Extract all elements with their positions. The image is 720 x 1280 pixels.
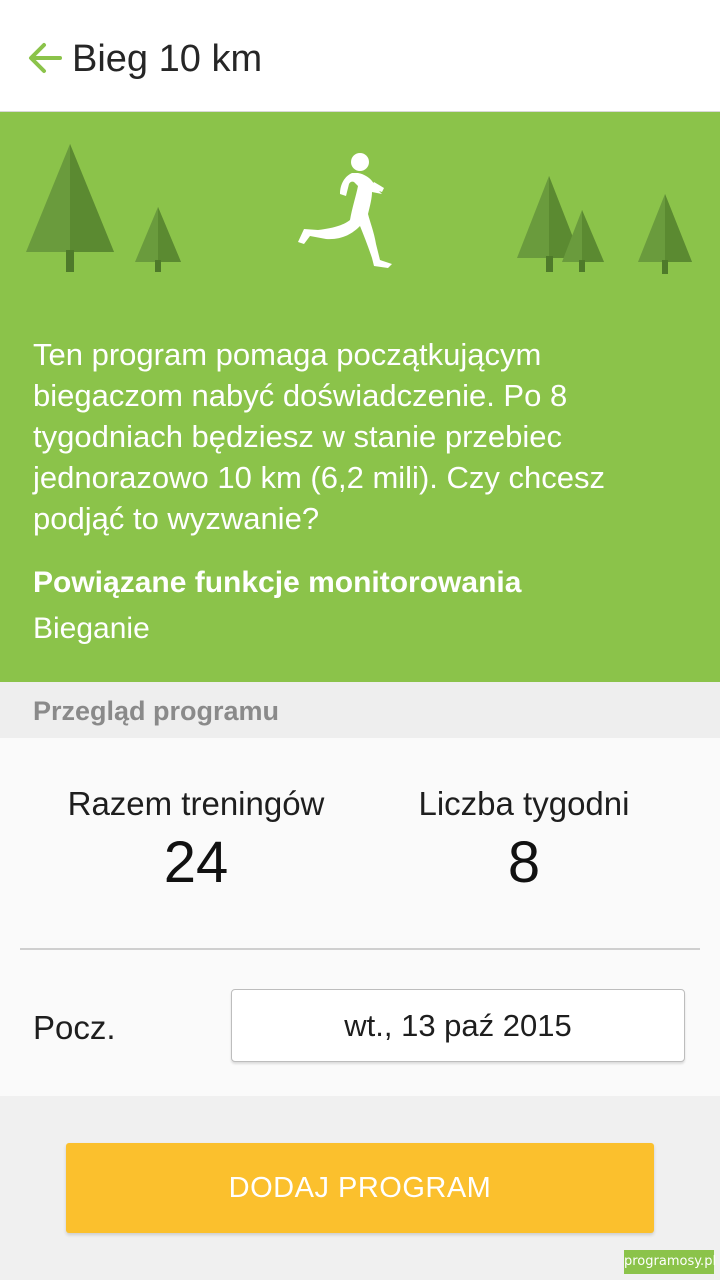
weeks-label: Liczba tygodni <box>418 785 630 822</box>
top-app-bar: Bieg 10 km <box>0 0 720 112</box>
back-button[interactable] <box>26 36 74 84</box>
weeks-value: 8 <box>507 830 541 895</box>
section-header: Przegląd programu <box>0 682 720 738</box>
total-workouts-label: Razem treningów <box>67 785 325 822</box>
app-screen: Bieg 10 km Ten program pomaga początkują… <box>0 0 720 1280</box>
tree-icon <box>26 144 114 272</box>
runner-illustration <box>26 144 692 274</box>
arrow-left-icon <box>29 43 62 73</box>
runner-icon <box>298 153 392 268</box>
program-hero: Ten program pomaga początkującym biegacz… <box>0 112 720 682</box>
tree-icon <box>135 207 181 272</box>
start-date-picker[interactable]: wt., 13 paź 2015 <box>231 989 685 1062</box>
program-description: Ten program pomaga początkującym biegacz… <box>33 337 605 536</box>
add-program-button[interactable]: DODAJ PROGRAM <box>66 1143 654 1233</box>
related-functions-title: Powiązane funkcje monitorowania <box>33 566 522 599</box>
tree-icon <box>638 194 692 274</box>
total-workouts-stat: Razem treningów 24 <box>16 782 376 898</box>
related-functions-value: Bieganie <box>33 612 150 645</box>
start-date-label: Pocz. <box>33 1009 116 1046</box>
watermark-logo: programosy.pl <box>624 1250 716 1274</box>
program-overview-card: Razem treningów 24 Liczba tygodni 8 Pocz… <box>0 738 720 1096</box>
page-title: Bieg 10 km <box>72 38 263 80</box>
divider <box>20 948 700 950</box>
total-workouts-value: 24 <box>163 830 229 895</box>
section-title: Przegląd programu <box>33 696 280 726</box>
weeks-stat: Liczba tygodni 8 <box>344 782 704 898</box>
